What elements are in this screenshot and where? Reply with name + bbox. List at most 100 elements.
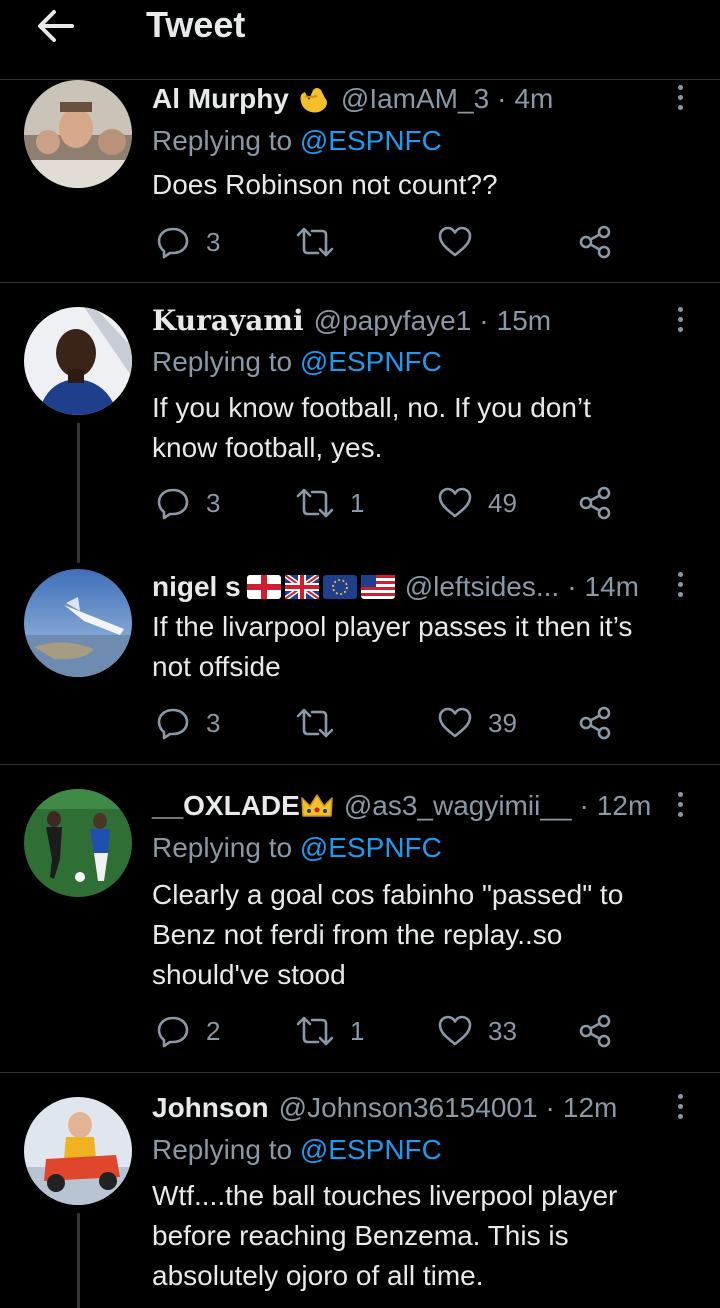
author-name[interactable]: __OXLADE [152,789,300,823]
reply-button[interactable]: 3 [156,483,220,523]
back-button[interactable] [36,8,76,44]
author-handle[interactable]: @IamAM_3 [341,82,489,116]
author-name[interactable]: Johnson [152,1091,269,1125]
share-icon [579,706,611,740]
author-name[interactable]: Al Murphy [152,82,289,116]
reply-button[interactable]: 3 [156,703,220,743]
separator-dot: · [579,790,589,821]
like-button[interactable]: 49 [438,483,517,523]
tweet-actions: 3 [152,222,622,262]
author-handle[interactable]: @leftsides... [405,570,559,604]
share-icon [579,1014,611,1048]
mention-link[interactable]: @ESPNFC [300,1134,442,1165]
back-arrow-icon [38,10,74,42]
tweet-kurayami[interactable]: Kurayami @papyfaye1 · 15m Replying to @E… [0,283,720,563]
tweet-time[interactable]: 15m [497,304,551,338]
more-options-button[interactable] [666,567,694,601]
top-bar: Tweet [0,0,720,80]
author-handle[interactable]: @as3_wagyimii__ [344,789,572,823]
tweet-text: If the livarpool player passes it then i… [152,611,633,682]
tweet-nigel-s[interactable]: nigel s @leftsides... · 14m If the livar… [0,563,720,765]
tweet-time[interactable]: 12m [597,789,651,823]
share-button[interactable] [578,222,612,262]
tweet-time[interactable]: 12m [563,1091,617,1125]
replying-to: Replying to @ESPNFC [152,1134,442,1165]
retweet-icon [296,708,334,738]
mention-link[interactable]: @ESPNFC [300,125,442,156]
share-button[interactable] [578,1011,612,1051]
like-icon [438,487,472,518]
like-icon [438,707,472,738]
reply-button[interactable]: 2 [156,1011,220,1051]
tweet-text: Does Robinson not count?? [152,169,498,200]
separator-dot: · [497,83,507,114]
reply-icon [157,227,189,259]
avatar[interactable] [24,569,132,677]
author-name[interactable]: nigel s [152,570,241,604]
england-flag-icon [246,575,281,599]
like-button[interactable]: 39 [438,703,517,743]
like-button[interactable] [438,222,488,262]
like-icon [438,1015,472,1046]
retweet-button[interactable] [296,703,350,743]
tweet-meta: Johnson @Johnson36154001 · 12m [152,1091,617,1125]
author-handle[interactable]: @papyfaye1 [314,304,472,338]
thread-line [77,1213,80,1308]
avatar[interactable] [24,307,132,415]
share-button[interactable] [578,483,612,523]
tweet-johnson[interactable]: Johnson @Johnson36154001 · 12m Replying … [0,1073,720,1308]
avatar[interactable] [24,789,132,897]
replying-to: Replying to @ESPNFC [152,832,442,863]
like-icon [438,226,472,257]
more-options-button[interactable] [666,1089,694,1123]
reply-button[interactable]: 3 [156,222,220,262]
flag-emojis [246,575,395,599]
share-icon [579,486,611,520]
author-handle[interactable]: @Johnson36154001 [279,1091,538,1125]
share-icon [579,225,611,259]
tweet-text: If you know football, no. If you don’t k… [152,392,591,463]
more-options-button[interactable] [666,787,694,821]
retweet-button[interactable]: 1 [296,1011,364,1051]
tweet-meta: __OXLADE @as3_wagyimii__ · 12m [152,789,651,823]
uk-flag-icon [284,575,319,599]
tweet-al-murphy[interactable]: Al Murphy @IamAM_3 · 4m Replying to @ESP… [0,80,720,283]
tweet-text: Wtf....the ball touches liverpool player… [152,1180,618,1291]
tweet-meta: Al Murphy @IamAM_3 · 4m [152,82,553,116]
author-name[interactable]: Kurayami [152,304,304,338]
retweet-button[interactable] [296,222,350,262]
reply-count: 3 [206,487,221,518]
more-options-button[interactable] [666,302,694,336]
retweet-button[interactable]: 1 [296,483,364,523]
avatar[interactable] [24,1097,132,1205]
us-flag-icon [360,575,395,599]
crown-emoji-icon [301,794,333,817]
tweet-meta: nigel s @leftsides... · 14m [152,570,639,604]
retweet-count: 1 [350,1015,365,1046]
page-title: Tweet [146,4,246,45]
tweet-time[interactable]: 4m [514,82,553,116]
retweet-icon [296,227,334,257]
reply-icon [157,488,189,520]
tweet-time[interactable]: 14m [585,570,639,604]
like-button[interactable]: 33 [438,1011,517,1051]
tweet-actions: 2 1 33 [152,1011,622,1051]
separator-dot: · [545,1092,555,1123]
tweet-oxlade[interactable]: __OXLADE @as3_wagyimii__ · 12m Replying … [0,765,720,1073]
mention-link[interactable]: @ESPNFC [300,346,442,377]
replying-to: Replying to @ESPNFC [152,125,442,156]
share-button[interactable] [578,703,612,743]
thread-line [77,423,80,563]
like-count: 39 [488,707,517,738]
eu-flag-icon [322,575,357,599]
separator-dot: · [567,571,577,602]
mention-link[interactable]: @ESPNFC [300,832,442,863]
reply-count: 3 [206,226,221,257]
avatar[interactable] [24,80,132,188]
more-icon [677,306,683,312]
retweet-count: 1 [350,487,365,518]
like-count: 33 [488,1015,517,1046]
more-icon [677,1093,683,1099]
more-options-button[interactable] [666,80,694,114]
separator-dot: · [479,305,489,336]
